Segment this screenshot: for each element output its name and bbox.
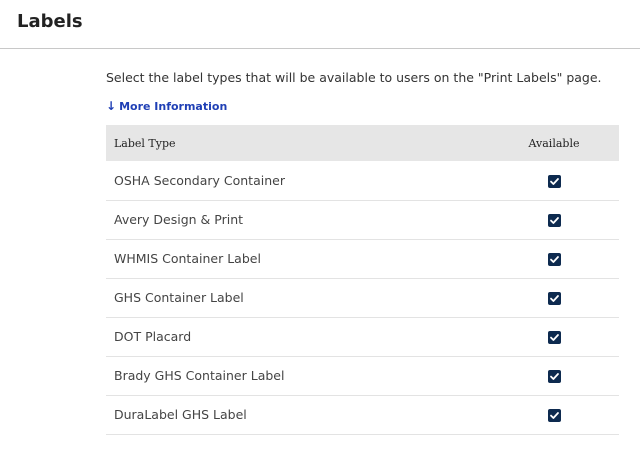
label-type-name: WHMIS Container Label	[114, 251, 261, 266]
available-checkbox[interactable]	[547, 292, 561, 305]
checkmark-icon	[549, 334, 559, 341]
label-type-name: Avery Design & Print	[114, 212, 244, 227]
checkmark-icon	[549, 177, 559, 185]
page-title: Labels	[17, 11, 83, 32]
more-information-link[interactable]: ↓ More Information	[106, 100, 227, 113]
table-row: Avery Design & Print	[106, 200, 619, 239]
checkmark-icon	[549, 217, 559, 224]
checkmark-icon	[549, 295, 559, 302]
checkmark-icon	[549, 373, 559, 380]
table-header-row: Label Type Available	[106, 125, 619, 161]
available-checkbox[interactable]	[547, 409, 561, 422]
table-row: WHMIS Container Label	[106, 239, 619, 278]
available-checkbox[interactable]	[547, 174, 561, 188]
column-header-label-type: Label Type	[114, 136, 176, 150]
available-checkbox[interactable]	[547, 331, 561, 344]
label-type-name: Brady GHS Container Label	[114, 368, 285, 383]
label-type-name: OSHA Secondary Container	[114, 172, 285, 188]
checkmark-icon	[549, 412, 559, 419]
label-types-table: Label Type Available OSHA Secondary Cont…	[106, 125, 619, 435]
checkmark-icon	[549, 256, 559, 263]
available-checkbox[interactable]	[547, 214, 561, 227]
table-row: Brady GHS Container Label	[106, 356, 619, 395]
table-row: OSHA Secondary Container	[106, 161, 619, 200]
more-information-label: More Information	[119, 100, 228, 113]
table-row: DuraLabel GHS Label	[106, 395, 619, 434]
label-type-name: DOT Placard	[114, 329, 192, 344]
label-type-name: DuraLabel GHS Label	[114, 407, 247, 422]
available-checkbox[interactable]	[547, 253, 561, 266]
arrow-down-icon: ↓	[106, 99, 117, 113]
page-header: Labels	[0, 0, 640, 49]
available-checkbox[interactable]	[547, 370, 561, 383]
description-text: Select the label types that will be avai…	[106, 70, 602, 85]
label-type-name: GHS Container Label	[114, 290, 244, 305]
labels-settings-panel: Select the label types that will be avai…	[106, 70, 619, 435]
table-row: GHS Container Label	[106, 278, 619, 317]
column-header-available: Available	[528, 136, 580, 150]
table-row: DOT Placard	[106, 317, 619, 356]
